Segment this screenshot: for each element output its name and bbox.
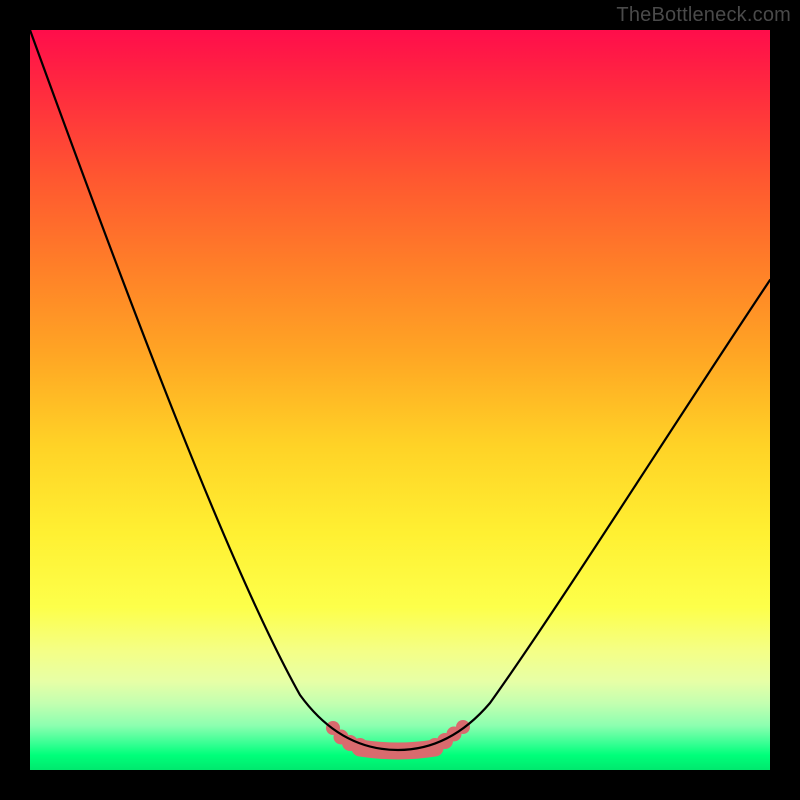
- watermark: TheBottleneck.com: [616, 4, 791, 27]
- black-v-curve: [30, 30, 770, 750]
- plot-area: [30, 30, 770, 770]
- curve-overlay: [30, 30, 770, 770]
